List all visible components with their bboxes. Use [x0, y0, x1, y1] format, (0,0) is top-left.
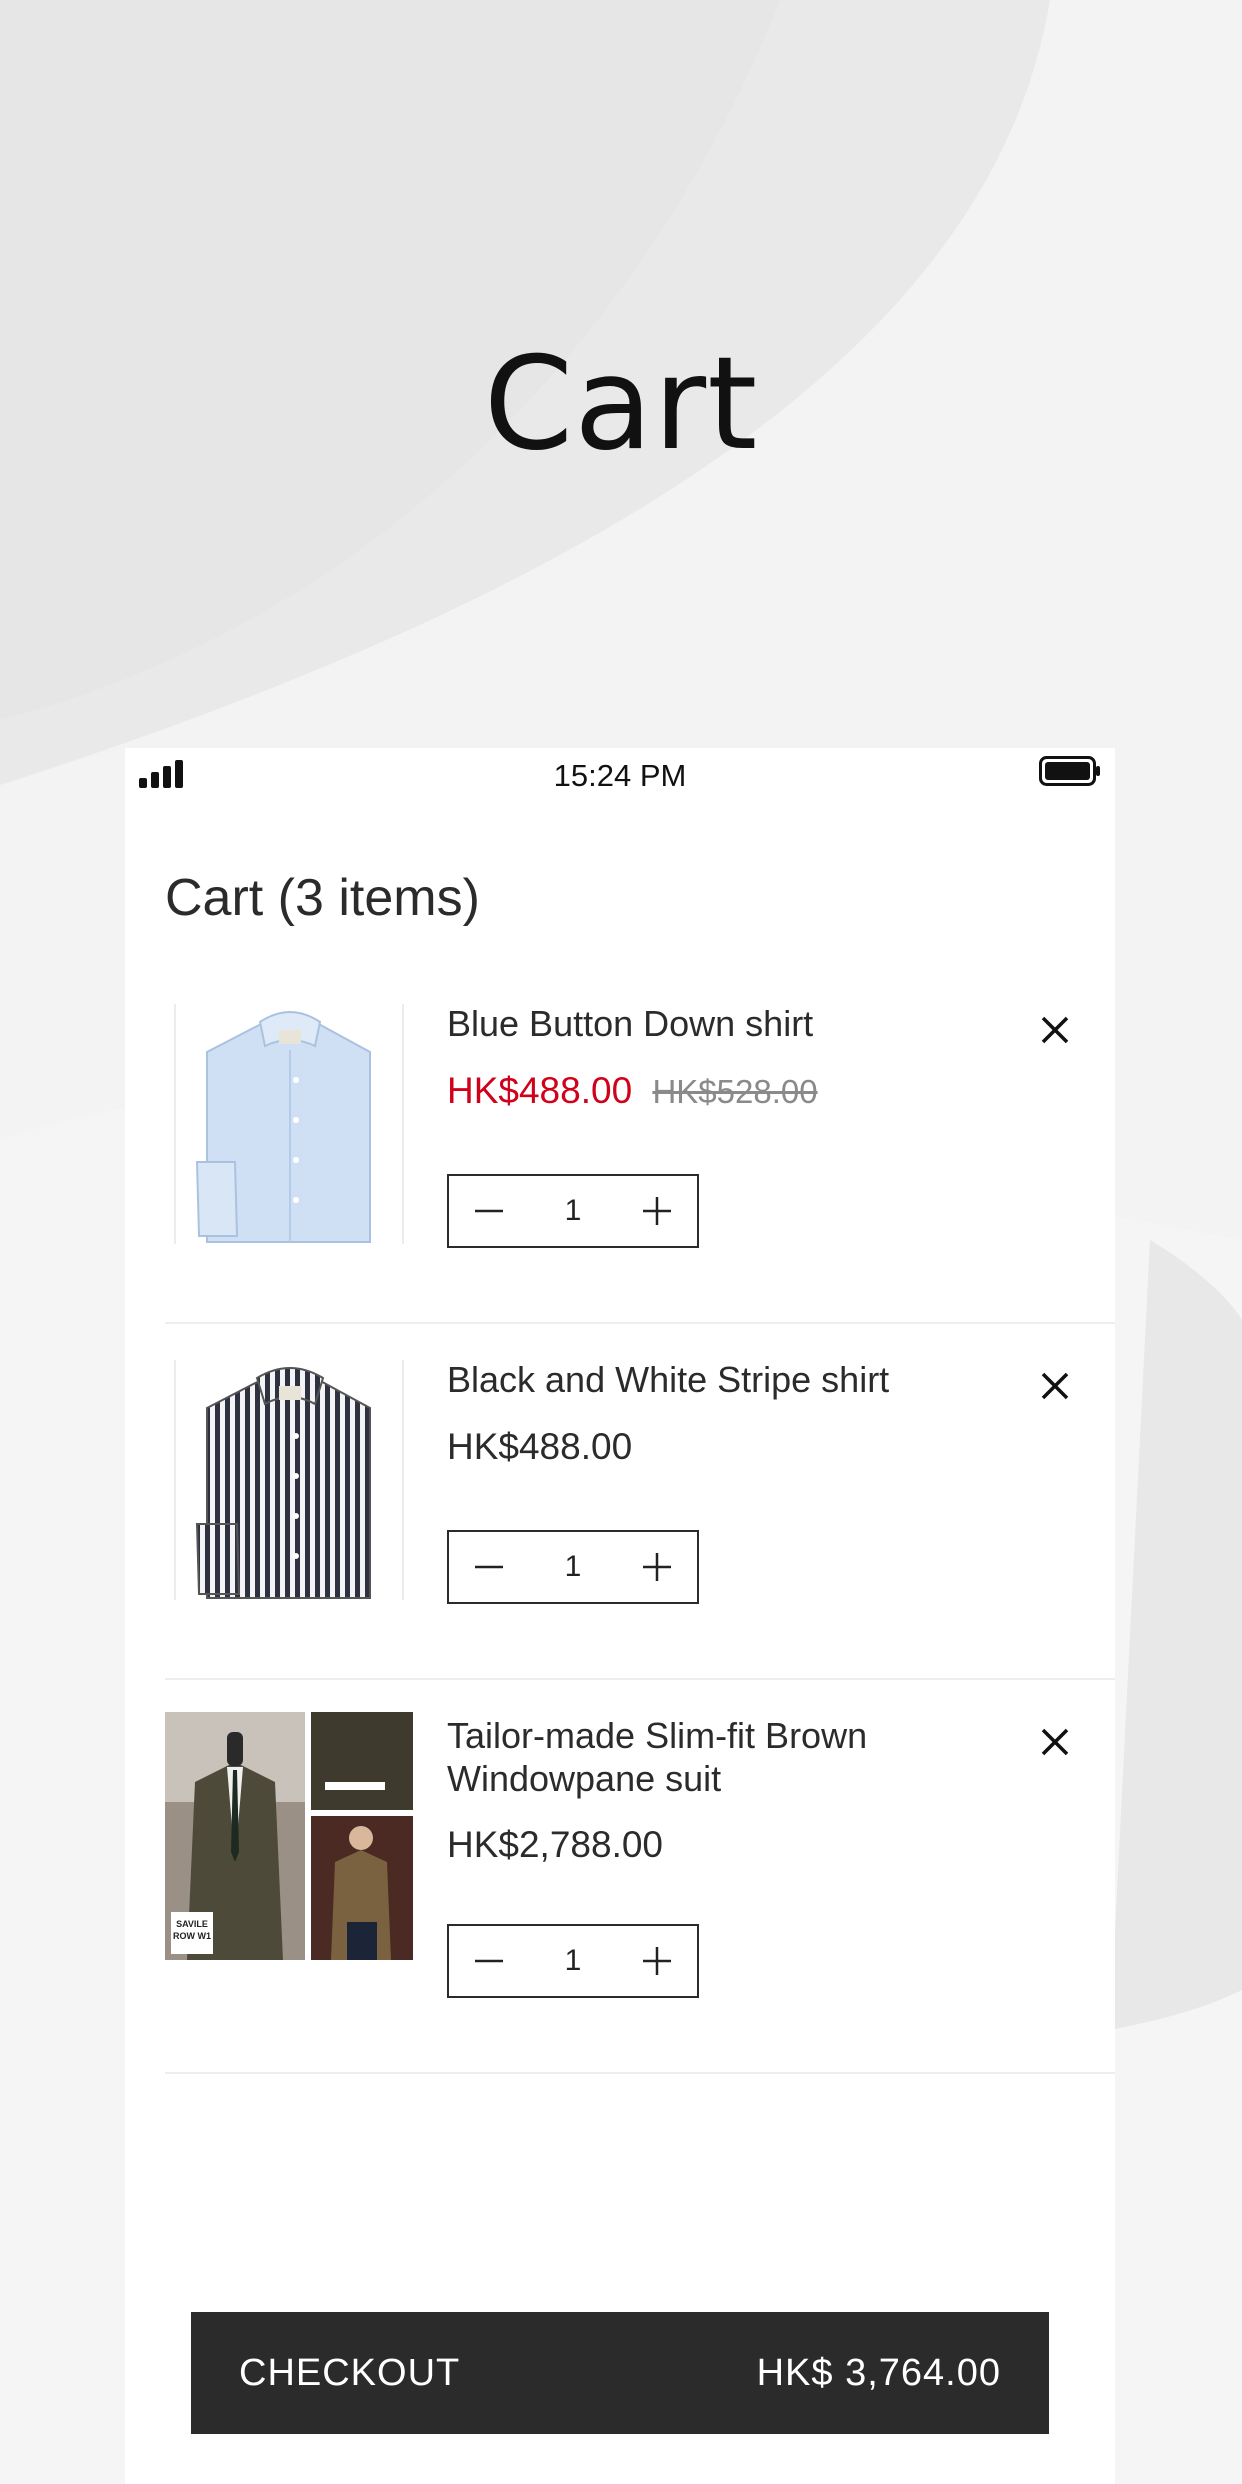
- plus-icon: [643, 1553, 671, 1581]
- item-name-line: Windowpane suit: [447, 1758, 722, 1799]
- remove-item-button[interactable]: [1035, 1366, 1075, 1406]
- quantity-value: 1: [564, 1550, 582, 1583]
- checkout-label: CHECKOUT: [239, 2352, 461, 2394]
- item-price: HK$2,788.00: [447, 1824, 664, 1865]
- battery-icon: [1039, 756, 1100, 786]
- item-price: HK$488.00: [447, 1426, 633, 1467]
- item-name[interactable]: Blue Button Down shirt: [447, 1002, 987, 1045]
- status-time: 15:24 PM: [553, 758, 687, 793]
- cart-heading: Cart (3 items): [165, 869, 480, 927]
- decrease-quantity-button[interactable]: [449, 1926, 529, 1996]
- checkout-button[interactable]: CHECKOUT HK$ 3,764.00: [191, 2312, 1049, 2434]
- increase-quantity-button[interactable]: [617, 1532, 697, 1602]
- cart-item: Black and White Stripe shirt HK$488.00 1: [165, 1344, 1115, 1680]
- minus-icon: [475, 1565, 503, 1569]
- increase-quantity-button[interactable]: [617, 1176, 697, 1246]
- item-price-line: HK$488.00 HK$528.00: [447, 1070, 818, 1112]
- remove-item-button[interactable]: [1035, 1010, 1075, 1050]
- decrease-quantity-button[interactable]: [449, 1176, 529, 1246]
- minus-icon: [475, 1209, 503, 1213]
- status-bar: 15:24 PM: [125, 748, 1115, 804]
- suit-collage-image[interactable]: SAVILE ROW W1: [165, 1712, 413, 1960]
- item-name[interactable]: Tailor-made Slim-fit Brown Windowpane su…: [447, 1714, 987, 1800]
- plus-icon: [643, 1197, 671, 1225]
- suit-image-caption: ROW W1: [173, 1931, 211, 1941]
- increase-quantity-button[interactable]: [617, 1926, 697, 1996]
- quantity-stepper: 1: [447, 1924, 699, 1998]
- striped-shirt-image[interactable]: [165, 1356, 413, 1604]
- cart-item: SAVILE ROW W1 Tailor-made Slim-fit Brown…: [165, 1700, 1115, 2074]
- original-price: HK$528.00: [652, 1073, 818, 1110]
- phone-screen: 15:24 PM Cart (3 items) Blue Button Down…: [125, 748, 1115, 2484]
- item-name-line: Tailor-made Slim-fit Brown: [447, 1715, 868, 1756]
- decrease-quantity-button[interactable]: [449, 1532, 529, 1602]
- sale-price: HK$488.00: [447, 1070, 633, 1111]
- quantity-value: 1: [564, 1194, 582, 1227]
- hero-title: Cart: [483, 330, 759, 479]
- suit-image-caption: SAVILE: [176, 1919, 208, 1929]
- plus-icon: [643, 1947, 671, 1975]
- quantity-stepper: 1: [447, 1530, 699, 1604]
- item-name[interactable]: Black and White Stripe shirt: [447, 1358, 987, 1401]
- minus-icon: [475, 1959, 503, 1963]
- cart-item: Blue Button Down shirt HK$488.00 HK$528.…: [165, 988, 1115, 1324]
- quantity-value: 1: [564, 1944, 582, 1977]
- quantity-stepper: 1: [447, 1174, 699, 1248]
- remove-item-button[interactable]: [1035, 1722, 1075, 1762]
- blue-shirt-image[interactable]: [165, 1000, 413, 1248]
- checkout-total: HK$ 3,764.00: [756, 2352, 1001, 2394]
